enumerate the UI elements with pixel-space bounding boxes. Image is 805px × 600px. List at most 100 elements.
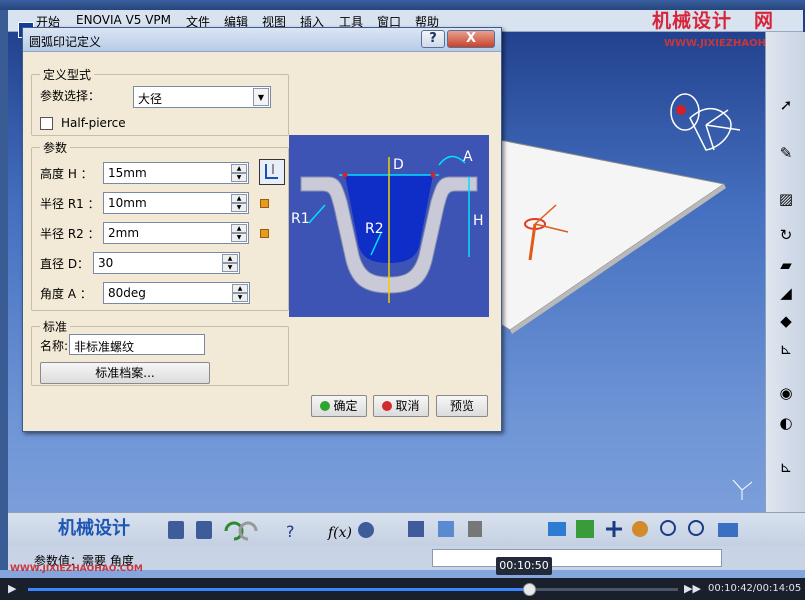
watermark-url-bottom: WWW.JIXIEZHAOHAO.COM xyxy=(10,564,143,574)
formula-icon[interactable] xyxy=(260,199,269,208)
unfold-icon[interactable]: ⊾ xyxy=(774,338,798,360)
diameter-value: 30 xyxy=(98,256,114,270)
param-select-dropdown[interactable]: 大径 ▼ xyxy=(133,86,271,108)
wall-icon[interactable]: ▨ xyxy=(774,188,798,210)
table-icon[interactable] xyxy=(408,521,424,537)
cancel-label: 取消 xyxy=(395,399,420,413)
next-icon[interactable]: ▶▶ xyxy=(684,582,701,595)
height-direction-icon xyxy=(265,164,278,179)
whats-this-icon[interactable]: ? xyxy=(286,522,295,541)
param-select-value: 大径 xyxy=(138,92,163,106)
spin-up-icon[interactable]: ▲ xyxy=(231,164,247,173)
help-button[interactable]: ? xyxy=(421,30,445,48)
right-toolbar: ➚ ✎ ▨ ↻ ▰ ◢ ◆ ⊾ ◉ ◐ ⊾ xyxy=(765,32,805,512)
dialog-title: 圆弧印记定义 xyxy=(29,35,102,49)
command-input[interactable] xyxy=(432,549,722,567)
zoom-in-icon[interactable] xyxy=(660,520,676,536)
progress-track[interactable] xyxy=(28,583,678,596)
spin-up-icon[interactable]: ▲ xyxy=(231,224,247,233)
label-a: A xyxy=(463,149,473,165)
time-readout: 00:10:42/00:14:05 xyxy=(708,583,802,594)
radius-r1-field[interactable]: 10mm ▲ ▼ xyxy=(103,192,249,214)
hem-icon[interactable]: ◢ xyxy=(774,282,798,304)
fit-all-icon[interactable] xyxy=(576,520,594,538)
radius-r1-value: 10mm xyxy=(108,196,147,210)
height-direction-button[interactable] xyxy=(259,159,285,185)
height-field[interactable]: 15mm ▲ ▼ xyxy=(103,162,249,184)
lock-icon[interactable] xyxy=(468,521,482,537)
spin-up-icon[interactable]: ▲ xyxy=(222,254,238,263)
surface-stamp-icon[interactable]: ◐ xyxy=(774,412,798,434)
progress-fill xyxy=(28,588,529,591)
watermark-logo-bottom: 机械设计 xyxy=(58,518,130,539)
param-select-label: 参数选择： xyxy=(40,89,101,103)
spin-up-icon[interactable]: ▲ xyxy=(231,194,247,203)
spin-down-icon[interactable]: ▼ xyxy=(232,293,248,302)
ok-label: 确定 xyxy=(333,399,358,413)
cancel-button[interactable]: 取消 xyxy=(373,395,429,417)
definition-type-legend: 定义型式 xyxy=(43,68,92,82)
ok-button[interactable]: 确定 xyxy=(311,395,367,417)
video-player-bar: ▶ ▶▶ 00:10:42/00:14:05 xyxy=(0,578,805,600)
standard-legend: 标准 xyxy=(43,320,68,334)
pan-icon[interactable] xyxy=(606,521,622,537)
half-pierce-checkbox[interactable] xyxy=(40,117,53,130)
chevron-down-icon[interactable]: ▼ xyxy=(253,88,269,106)
diameter-label: 直径 D： xyxy=(40,257,90,271)
compass-icon xyxy=(732,479,753,500)
standard-files-button[interactable]: 标准档案... xyxy=(40,362,210,384)
height-label: 高度 H ： xyxy=(40,167,93,181)
sheet-plate[interactable] xyxy=(496,139,726,331)
paste-icon[interactable] xyxy=(196,521,212,539)
angle-field[interactable]: 80deg ▲ ▼ xyxy=(103,282,250,304)
dialog-title-bar[interactable]: 圆弧印记定义 ? X xyxy=(23,28,501,52)
spin-down-icon[interactable]: ▼ xyxy=(231,233,247,242)
spin-down-icon[interactable]: ▼ xyxy=(231,173,247,182)
close-button[interactable]: X xyxy=(447,30,495,48)
preview-button[interactable]: 预览 xyxy=(436,395,488,417)
diameter-field[interactable]: 30 ▲ ▼ xyxy=(93,252,240,274)
label-r2: R2 xyxy=(365,221,384,237)
angle-label: 角度 A ： xyxy=(40,287,92,301)
radius-r2-field[interactable]: 2mm ▲ ▼ xyxy=(103,222,249,244)
cancel-icon xyxy=(382,401,393,411)
pattern-icon[interactable]: ⊾ xyxy=(774,456,798,478)
seek-time-tooltip: 00:10:50 xyxy=(496,557,552,575)
label-h: H xyxy=(473,213,484,229)
play-icon[interactable]: ▶ xyxy=(8,582,16,595)
name-field[interactable]: 非标准螺纹 xyxy=(69,334,205,355)
copy-icon[interactable] xyxy=(168,521,184,539)
knowledge-icon[interactable] xyxy=(438,521,454,537)
label-d: D xyxy=(393,157,404,173)
bend-icon[interactable]: ◆ xyxy=(774,310,798,332)
spin-down-icon[interactable]: ▼ xyxy=(231,203,247,212)
spin-down-icon[interactable]: ▼ xyxy=(222,263,238,272)
flange-icon[interactable]: ▰ xyxy=(774,254,798,276)
ok-icon xyxy=(320,401,331,411)
stamp-icon[interactable]: ◉ xyxy=(774,382,798,404)
formula-icon[interactable] xyxy=(260,229,269,238)
view-mode-icon[interactable] xyxy=(718,523,738,537)
rotate-icon[interactable] xyxy=(632,521,648,537)
parameters-legend: 参数 xyxy=(43,141,68,155)
zoom-out-icon[interactable] xyxy=(688,520,704,536)
comment-icon[interactable] xyxy=(358,522,374,538)
rolled-wall-icon[interactable]: ↻ xyxy=(774,224,798,246)
radius-r1-label: 半径 R1 ： xyxy=(40,197,100,211)
sketch-icon[interactable]: ✎ xyxy=(774,142,798,164)
spin-up-icon[interactable]: ▲ xyxy=(232,284,248,293)
arc-stamp-dialog: 圆弧印记定义 ? X 定义型式 参数选择： 大径 ▼ Half-pierce 参… xyxy=(22,27,502,432)
height-value: 15mm xyxy=(108,166,147,180)
half-pierce-label: Half-pierce xyxy=(61,116,126,130)
name-label: 名称: xyxy=(40,339,69,353)
select-arrow-icon[interactable]: ➚ xyxy=(774,94,798,116)
label-r1: R1 xyxy=(291,211,310,227)
radius-r2-value: 2mm xyxy=(108,226,140,240)
fly-mode-icon[interactable] xyxy=(548,522,566,536)
formula-fx-icon[interactable]: f(x) xyxy=(327,525,352,541)
progress-knob[interactable] xyxy=(522,583,536,596)
angle-value: 80deg xyxy=(108,286,146,300)
axis-triad-icon xyxy=(670,93,741,151)
radius-r2-label: 半径 R2 ： xyxy=(40,227,100,241)
name-value: 非标准螺纹 xyxy=(74,340,135,354)
